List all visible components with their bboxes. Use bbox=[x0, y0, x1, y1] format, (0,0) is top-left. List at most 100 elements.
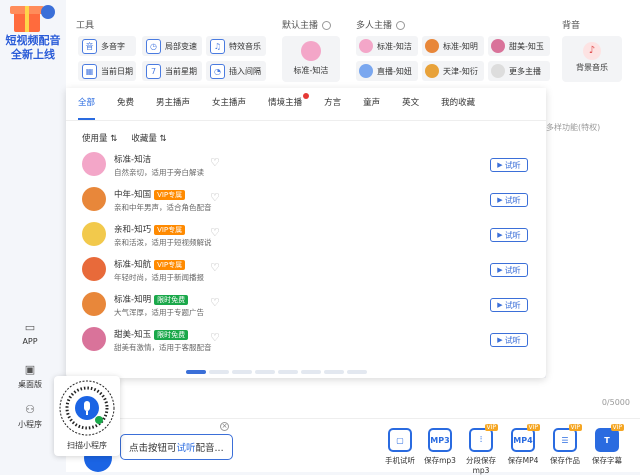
voice-row[interactable]: 甜美-知玉 限时免费 甜美有激情，适用于客服配音 ♡ ▶ 试听 bbox=[82, 325, 532, 355]
tab-child[interactable]: 童声 bbox=[363, 96, 380, 114]
tool-current-date-button[interactable]: ▦ 当前日期 bbox=[78, 61, 136, 81]
voice-avatar bbox=[82, 187, 106, 211]
music-note-icon: ♪ bbox=[583, 42, 601, 60]
tab-scenario-label: 情境主播 bbox=[268, 98, 303, 108]
action-segment-save-mp3[interactable]: ⫶ VIP 分段保存mp3 bbox=[460, 424, 502, 475]
voice-row[interactable]: 标准-知明 限时免费 大气浑厚，适用于专题广告 ♡ ▶ 试听 bbox=[82, 290, 532, 320]
voice-avatar bbox=[82, 152, 106, 176]
gear-icon[interactable] bbox=[396, 21, 406, 30]
tooltip-prefix: 点击按钮可 bbox=[129, 443, 177, 454]
page-dot[interactable] bbox=[186, 370, 206, 374]
multi-anchor-item[interactable]: 标准-知明 bbox=[422, 36, 484, 56]
tab-dialect[interactable]: 方言 bbox=[324, 96, 341, 114]
nav-desktop[interactable]: ▣ 桌面版 bbox=[10, 364, 50, 390]
more-anchors-button[interactable]: 更多主播 bbox=[488, 61, 550, 81]
promo-banner[interactable]: 短视频配音 全新上线 bbox=[0, 0, 66, 80]
tab-scenario[interactable]: 情境主播 bbox=[268, 93, 310, 114]
play-icon: ▶ bbox=[497, 336, 503, 344]
nav-miniprogram[interactable]: ⚇ 小程序 bbox=[10, 404, 50, 430]
tab-favorites[interactable]: 我的收藏 bbox=[441, 96, 475, 114]
close-icon[interactable]: × bbox=[220, 422, 229, 431]
page-dot[interactable] bbox=[255, 370, 275, 374]
vip-tag: VIP bbox=[484, 424, 498, 431]
listen-label: 试听 bbox=[504, 300, 521, 310]
voice-row[interactable]: 亲和-知巧 VIP专属 亲和活泼，适用于短视频解说 ♡ ▶ 试听 bbox=[82, 220, 532, 250]
action-label: 手机试听 bbox=[385, 456, 415, 465]
action-save-subtitle[interactable]: T VIP 保存字幕 bbox=[586, 424, 628, 466]
page-dot[interactable] bbox=[324, 370, 344, 374]
voice-name: 中年-知国 VIP专属 bbox=[114, 188, 186, 200]
listen-button[interactable]: ▶ 试听 bbox=[490, 193, 528, 207]
heart-icon[interactable]: ♡ bbox=[210, 191, 220, 204]
tab-female[interactable]: 女主播声 bbox=[212, 96, 246, 114]
subtitle-icon: T VIP bbox=[595, 424, 624, 452]
more-icon bbox=[491, 64, 505, 78]
multi-anchor-item[interactable]: 甜美-知玉 bbox=[488, 36, 550, 56]
listen-button[interactable]: ▶ 试听 bbox=[490, 158, 528, 172]
default-anchor-card[interactable]: 标准-知洁 bbox=[282, 36, 340, 82]
promo-line1: 短视频配音 bbox=[5, 34, 61, 47]
page-dot[interactable] bbox=[209, 370, 229, 374]
vip-badge: VIP专属 bbox=[154, 190, 186, 200]
play-icon: ▶ bbox=[497, 196, 503, 204]
multi-anchor-item[interactable]: 直播-知妞 bbox=[356, 61, 418, 81]
multi-anchor-item[interactable]: 标准-知洁 bbox=[356, 36, 418, 56]
heart-icon[interactable]: ♡ bbox=[210, 156, 220, 169]
action-save-mp4[interactable]: MP4 VIP 保存MP4 bbox=[502, 424, 544, 466]
voice-avatar bbox=[82, 257, 106, 281]
heart-icon[interactable]: ♡ bbox=[210, 261, 220, 274]
anchor-avatar bbox=[359, 64, 373, 78]
sort-favorites[interactable]: 收藏量 ⇅ bbox=[131, 132, 166, 144]
voice-row[interactable]: 中年-知国 VIP专属 亲和中年男声，适合角色配音 ♡ ▶ 试听 bbox=[82, 185, 532, 215]
tools-title: 工具 bbox=[76, 21, 95, 31]
anchor-label: 直播-知妞 bbox=[377, 66, 412, 76]
heart-icon[interactable]: ♡ bbox=[210, 296, 220, 309]
action-save-work[interactable]: ☰ VIP 保存作品 bbox=[544, 424, 586, 466]
char-counter: 0/5000 bbox=[601, 398, 630, 407]
mp3-icon: MP3 bbox=[428, 428, 452, 452]
play-icon: ▶ bbox=[497, 301, 503, 309]
voice-row[interactable]: 标准-知洁 自然亲切，适用于旁白解读 ♡ ▶ 试听 bbox=[82, 150, 532, 180]
tab-english[interactable]: 英文 bbox=[402, 96, 419, 114]
tab-free[interactable]: 免费 bbox=[117, 96, 134, 114]
play-icon: ▶ bbox=[497, 161, 503, 169]
default-anchor-title: 默认主播 bbox=[282, 18, 332, 31]
tab-all[interactable]: 全部 bbox=[78, 96, 96, 120]
sort-usage[interactable]: 使用量 ⇅ bbox=[82, 132, 117, 144]
multi-anchor-item[interactable]: 天津-知衍 bbox=[422, 61, 484, 81]
tool-current-week-button[interactable]: 7 当前星期 bbox=[142, 61, 202, 81]
bg-music-card[interactable]: ♪ 背景音乐 bbox=[562, 36, 622, 82]
listen-button[interactable]: ▶ 试听 bbox=[490, 298, 528, 312]
page-dot[interactable] bbox=[301, 370, 321, 374]
default-anchor-name: 标准-知洁 bbox=[293, 66, 329, 75]
heart-icon[interactable]: ♡ bbox=[210, 226, 220, 239]
gear-icon[interactable] bbox=[322, 21, 332, 30]
page-dot[interactable] bbox=[347, 370, 367, 374]
nav-app[interactable]: ▭ APP bbox=[10, 322, 50, 347]
listen-label: 试听 bbox=[504, 335, 521, 345]
page-dot[interactable] bbox=[278, 370, 298, 374]
vip-tag: VIP bbox=[610, 424, 624, 431]
tool-polyphone-button[interactable]: 音多音字 bbox=[78, 36, 136, 56]
heart-icon[interactable]: ♡ bbox=[210, 331, 220, 344]
calendar-icon: ▦ bbox=[82, 63, 97, 79]
action-save-mp3[interactable]: MP3 保存mp3 bbox=[419, 428, 461, 466]
tool-insert-pause-button[interactable]: ◔ 插入间隔 bbox=[206, 61, 266, 81]
voice-tabs: 全部 免费 男主播声 女主播声 情境主播 方言 童声 英文 我的收藏 bbox=[78, 93, 497, 120]
promo-line2: 全新上线 bbox=[11, 48, 55, 61]
bg-music-label: 背景音乐 bbox=[576, 63, 608, 72]
tool-partial-speed-button[interactable]: ◷ 局部变速 bbox=[142, 36, 202, 56]
segment-icon: ⫶ VIP bbox=[469, 424, 498, 452]
listen-button[interactable]: ▶ 试听 bbox=[490, 263, 528, 277]
editor-area[interactable] bbox=[66, 378, 546, 418]
tab-male[interactable]: 男主播声 bbox=[156, 96, 190, 114]
page-dot[interactable] bbox=[232, 370, 252, 374]
voice-row[interactable]: 标准-知航 VIP专属 年轻时尚，适用于新闻播报 ♡ ▶ 试听 bbox=[82, 255, 532, 285]
listen-button[interactable]: ▶ 试听 bbox=[490, 228, 528, 242]
listen-button[interactable]: ▶ 试听 bbox=[490, 333, 528, 347]
default-anchor-title-text: 默认主播 bbox=[282, 21, 319, 31]
qr-caption: 扫描小程序 bbox=[67, 441, 107, 450]
text-editor[interactable]: 多样功能(特权) 0/5000 bbox=[546, 88, 640, 418]
tool-effect-music-button[interactable]: ♫ 特效音乐 bbox=[206, 36, 266, 56]
action-phone-listen[interactable]: ▢ 手机试听 bbox=[379, 428, 421, 466]
